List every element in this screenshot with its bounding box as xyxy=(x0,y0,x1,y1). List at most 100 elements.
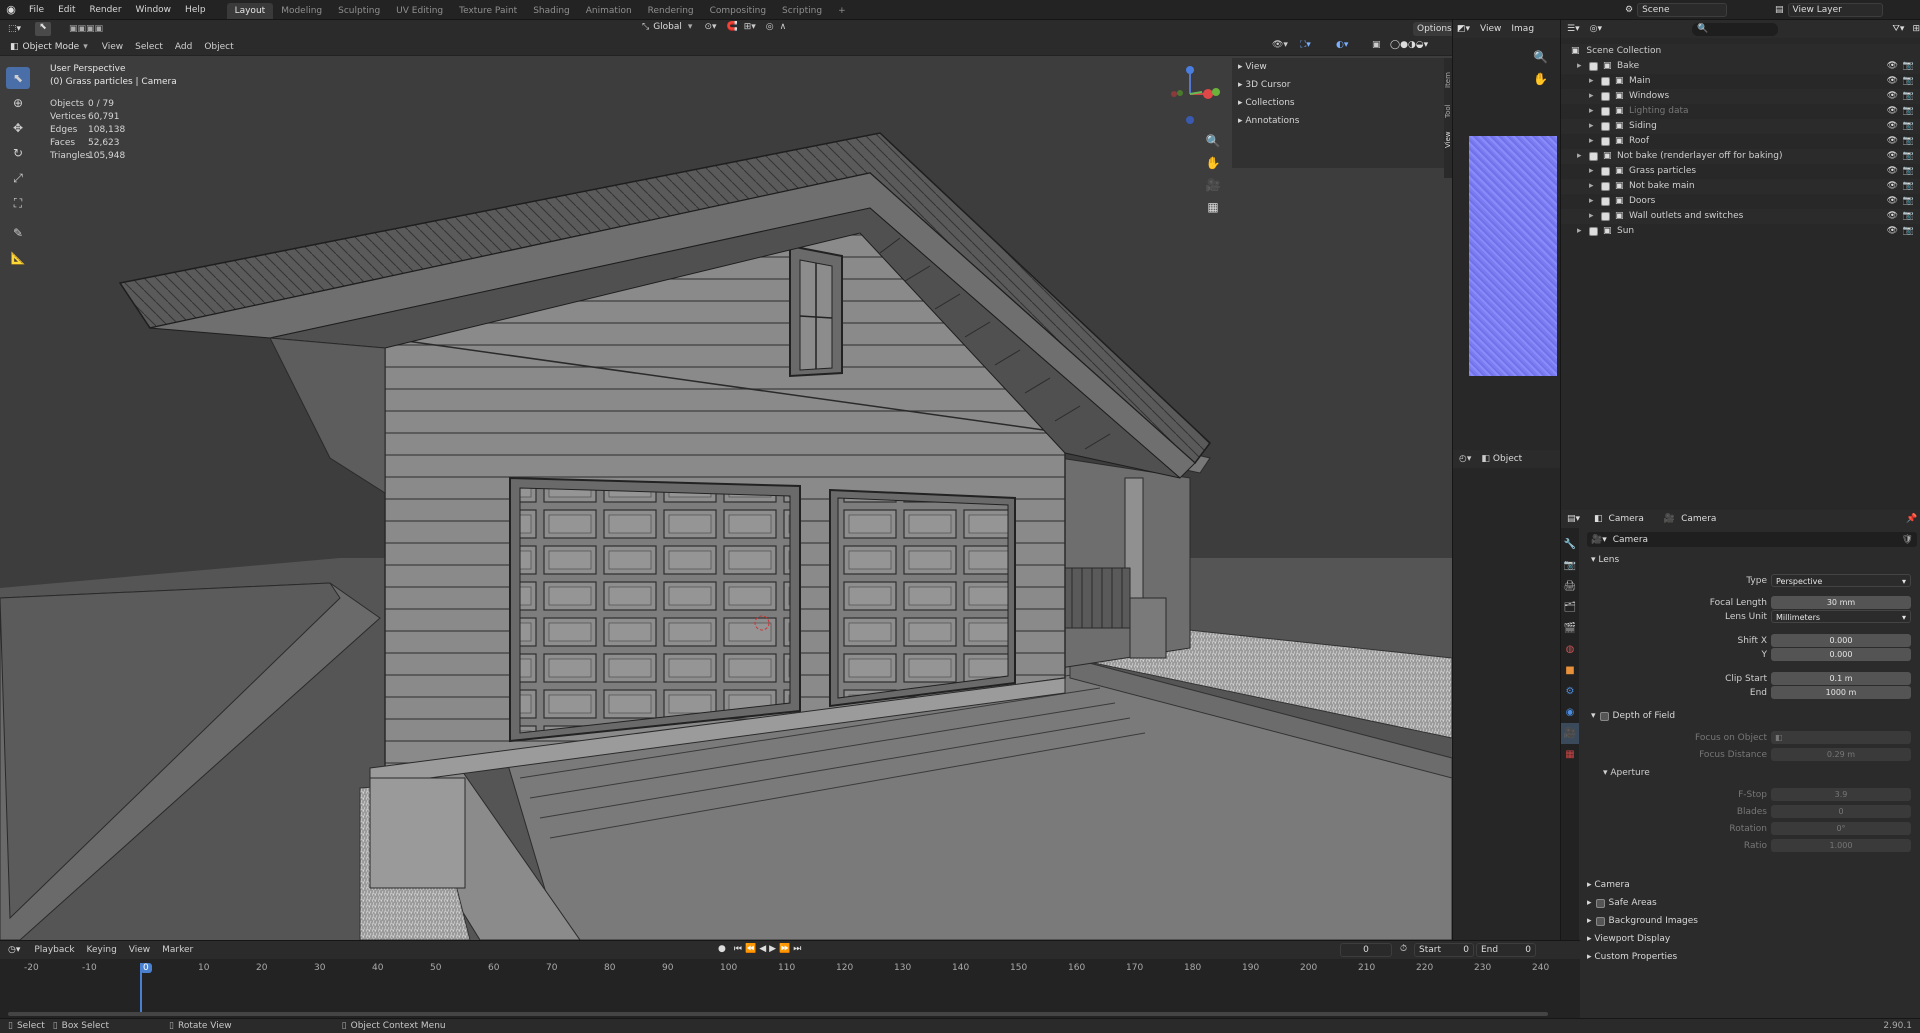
exclude-checkbox[interactable] xyxy=(1589,62,1598,71)
disable-render-icon[interactable]: 📷 xyxy=(1903,194,1914,209)
measure-tool-icon[interactable]: 📐 xyxy=(6,247,30,269)
auto-key-icon[interactable]: ● xyxy=(718,944,726,954)
focus-object-field[interactable]: ◧ xyxy=(1771,731,1911,744)
menu-marker[interactable]: Marker xyxy=(156,941,199,959)
rotate-tool-icon[interactable]: ↻ xyxy=(6,142,30,164)
filter-icon[interactable]: ⛛▾ xyxy=(1892,24,1904,34)
menu-render[interactable]: Render xyxy=(83,0,129,20)
overlay-toggle-icon[interactable]: ◐▾ xyxy=(1336,40,1348,50)
hide-in-viewport-icon[interactable]: 👁 xyxy=(1887,119,1898,134)
pan-hand-icon[interactable]: ✋ xyxy=(1533,68,1548,90)
view-layer-selector[interactable]: View Layer xyxy=(1787,3,1883,17)
outliner-row[interactable]: ▸ ▣ Bake 👁 📷 xyxy=(1561,59,1920,74)
zoom-icon[interactable]: 🔍 xyxy=(1203,130,1223,152)
disable-render-icon[interactable]: 📷 xyxy=(1903,119,1914,134)
pin-icon[interactable]: 📌 xyxy=(1906,514,1917,524)
uv-sync-icon[interactable]: ◴▾ xyxy=(1459,454,1471,464)
cursor-tool-icon[interactable]: ⊕ xyxy=(6,92,30,114)
outliner-row[interactable]: ▸ ▣ Main 👁 📷 xyxy=(1561,74,1920,89)
pivot-icon[interactable]: ⊙▾ xyxy=(704,22,716,32)
type-dropdown[interactable]: Perspective ▾ xyxy=(1771,574,1911,587)
lens-panel-header[interactable]: ▾ Lens xyxy=(1591,555,1619,565)
hide-in-viewport-icon[interactable]: 👁 xyxy=(1887,89,1898,104)
options-dropdown[interactable]: Options xyxy=(1413,22,1456,36)
annotate-tool-icon[interactable]: ✎ xyxy=(6,222,30,244)
scene-tab-icon[interactable]: 🎬 xyxy=(1561,618,1579,639)
expand-arrow-icon[interactable]: ▸ xyxy=(1589,134,1594,149)
tab-compositing[interactable]: Compositing xyxy=(702,3,774,19)
dof-checkbox[interactable] xyxy=(1599,711,1609,721)
clip-end-field[interactable]: 1000 m xyxy=(1771,686,1911,699)
disable-render-icon[interactable]: 📷 xyxy=(1903,149,1914,164)
expand-arrow-icon[interactable]: ▸ xyxy=(1589,119,1594,134)
disable-render-icon[interactable]: 📷 xyxy=(1903,209,1914,224)
start-frame-field[interactable]: Start 0 xyxy=(1414,943,1474,957)
hide-in-viewport-icon[interactable]: 👁 xyxy=(1887,74,1898,89)
outliner-row[interactable]: ▸ ▣ Lighting data 👁 📷 xyxy=(1561,104,1920,119)
fstop-field[interactable]: 3.9 xyxy=(1771,788,1911,801)
hide-in-viewport-icon[interactable]: 👁 xyxy=(1887,59,1898,74)
viewport-display-panel-header[interactable]: ▸ Viewport Display xyxy=(1587,934,1670,944)
menu-keying[interactable]: Keying xyxy=(81,941,123,959)
scene-selector[interactable]: Scene xyxy=(1637,3,1728,17)
mode-dropdown[interactable]: Object Mode xyxy=(23,42,80,52)
render-tab-icon[interactable]: 📷 xyxy=(1561,555,1579,576)
play-icon[interactable]: ▶ xyxy=(769,944,776,954)
add-workspace-button[interactable]: + xyxy=(830,3,854,19)
hide-in-viewport-icon[interactable]: 👁 xyxy=(1887,179,1898,194)
tab-view[interactable]: View xyxy=(1444,118,1452,148)
custom-properties-panel-header[interactable]: ▸ Custom Properties xyxy=(1587,952,1677,962)
expand-arrow-icon[interactable]: ▸ xyxy=(1577,59,1582,74)
panel-annotations[interactable]: ▸ Annotations xyxy=(1232,112,1444,130)
scrollbar[interactable] xyxy=(8,1012,1548,1016)
fake-user-icon[interactable]: 🛡 xyxy=(1902,535,1913,545)
image-editor-type-icon[interactable]: ◩▾ xyxy=(1457,24,1470,34)
object-tab-icon[interactable]: ■ xyxy=(1561,660,1579,681)
expand-arrow-icon[interactable]: ▸ xyxy=(1577,149,1582,164)
timeline-type-icon[interactable]: ◷▾ xyxy=(8,945,20,955)
menu-add[interactable]: Add xyxy=(169,38,198,56)
navigation-gizmo[interactable] xyxy=(1160,64,1220,124)
exclude-checkbox[interactable] xyxy=(1601,137,1610,146)
outliner-row[interactable]: ▸ ▣ Sun 👁 📷 xyxy=(1561,224,1920,239)
play-reverse-icon[interactable]: ◀ xyxy=(759,944,766,954)
pan-hand-icon[interactable]: ✋ xyxy=(1203,152,1223,174)
tool-tab-icon[interactable]: 🔧 xyxy=(1561,534,1579,555)
timeline[interactable]: ◷▾ Playback Keying View Marker ● ⏮ ⏪ ◀ ▶… xyxy=(0,940,1580,1018)
snap-icon[interactable]: 🧲 xyxy=(727,22,738,32)
image-menu-image[interactable]: Imag xyxy=(1511,24,1534,34)
modifier-tab-icon[interactable]: ⚙ xyxy=(1561,681,1579,702)
panel-collections[interactable]: ▸ Collections xyxy=(1232,94,1444,112)
expand-arrow-icon[interactable]: ▸ xyxy=(1589,194,1594,209)
panel-3d-cursor[interactable]: ▸ 3D Cursor xyxy=(1232,76,1444,94)
exclude-checkbox[interactable] xyxy=(1601,107,1610,116)
hide-in-viewport-icon[interactable]: 👁 xyxy=(1887,104,1898,119)
exclude-checkbox[interactable] xyxy=(1601,167,1610,176)
outliner-row[interactable]: ▸ ▣ Roof 👁 📷 xyxy=(1561,134,1920,149)
editor-type-icon[interactable]: ⬚▾ xyxy=(8,24,21,34)
select-mode-icons[interactable]: ▣▣▣▣ xyxy=(69,24,103,34)
jump-start-icon[interactable]: ⏮ xyxy=(734,944,742,954)
outliner-row[interactable]: ▸ ▣ Wall outlets and switches 👁 📷 xyxy=(1561,209,1920,224)
scene-collection-row[interactable]: ▣ Scene Collection xyxy=(1561,44,1920,59)
image-menu-view[interactable]: View xyxy=(1480,24,1501,34)
menu-playback[interactable]: Playback xyxy=(28,941,80,959)
output-tab-icon[interactable]: 🖨 xyxy=(1561,576,1579,597)
world-tab-icon[interactable]: ◍ xyxy=(1561,639,1579,660)
disable-render-icon[interactable]: 📷 xyxy=(1903,59,1914,74)
background-images-panel-header[interactable]: ▸ Background Images xyxy=(1587,916,1698,926)
hide-in-viewport-icon[interactable]: 👁 xyxy=(1887,149,1898,164)
view-layer-tab-icon[interactable]: 🗂 xyxy=(1561,597,1579,618)
display-mode-icon[interactable]: ◎▾ xyxy=(1590,24,1602,34)
zoom-icon[interactable]: 🔍 xyxy=(1533,46,1548,68)
outliner-row[interactable]: ▸ ▣ Not bake (renderlayer off for baking) 👁… xyxy=(1561,149,1920,164)
panel-view[interactable]: ▸ View xyxy=(1232,58,1444,76)
tab-modeling[interactable]: Modeling xyxy=(273,3,330,19)
camera-view-icon[interactable]: 🎥 xyxy=(1203,174,1223,196)
menu-view[interactable]: View xyxy=(96,38,129,56)
exclude-checkbox[interactable] xyxy=(1601,122,1610,131)
prev-keyframe-icon[interactable]: ⏪ xyxy=(745,944,756,954)
tab-texture-paint[interactable]: Texture Paint xyxy=(451,3,525,19)
exclude-checkbox[interactable] xyxy=(1601,92,1610,101)
end-frame-field[interactable]: End 0 xyxy=(1476,943,1536,957)
